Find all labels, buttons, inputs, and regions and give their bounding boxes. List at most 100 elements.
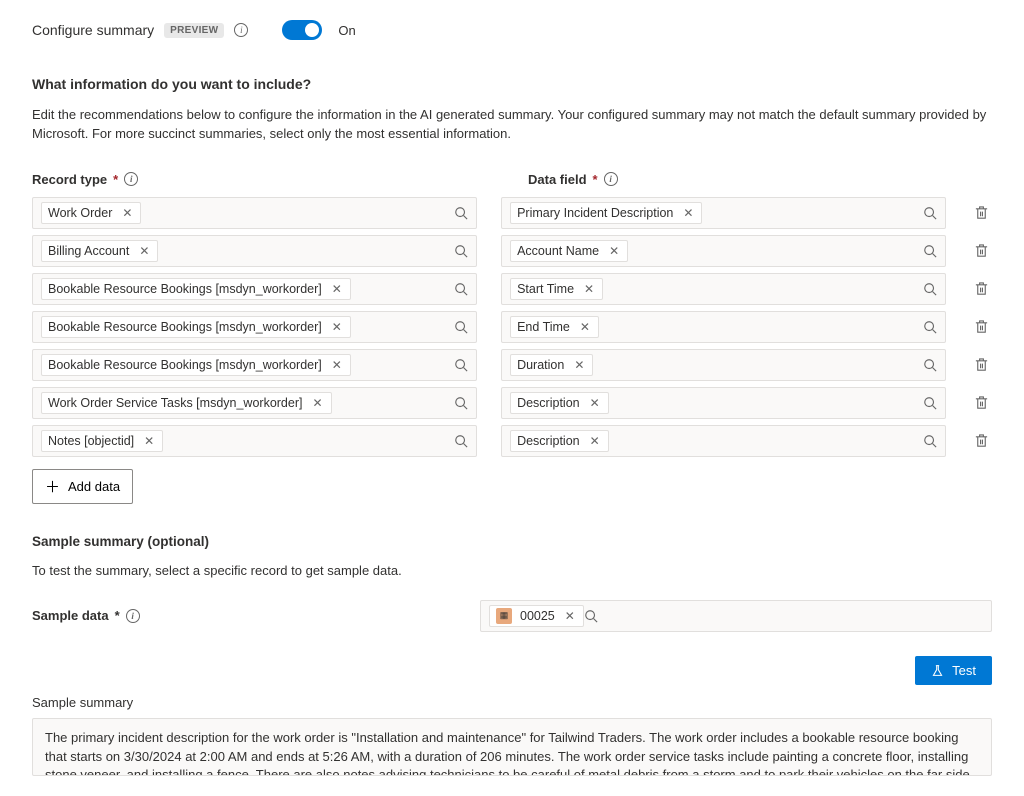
test-button[interactable]: Test [915,656,992,685]
data-field-field[interactable]: Start Time✕ [501,273,946,305]
search-icon[interactable] [923,358,937,372]
record-type-field[interactable]: Work Order ✕ [32,197,477,229]
sample-summary-output: The primary incident description for the… [32,718,992,776]
remove-tag-icon[interactable]: ✕ [330,320,344,334]
search-icon[interactable] [923,434,937,448]
data-field-field[interactable]: End Time✕ [501,311,946,343]
data-row: Bookable Resource Bookings [msdyn_workor… [32,349,992,381]
sample-summary-title: Sample summary (optional) [32,534,992,549]
remove-tag-icon[interactable]: ✕ [137,244,151,258]
record-type-tag: Bookable Resource Bookings [msdyn_workor… [41,316,351,338]
info-icon[interactable]: i [234,23,248,37]
add-data-label: Add data [68,479,120,494]
remove-tag-icon[interactable]: ✕ [578,320,592,334]
data-field-value: Primary Incident Description [517,206,673,220]
question-help: Edit the recommendations below to config… [32,106,992,144]
remove-tag-icon[interactable]: ✕ [310,396,324,410]
data-field-tag: Primary Incident Description ✕ [510,202,702,224]
data-field-tag: Account Name ✕ [510,240,628,262]
search-icon[interactable] [923,282,937,296]
record-type-field[interactable]: Bookable Resource Bookings [msdyn_workor… [32,311,477,343]
data-field-tag: Duration ✕ [510,354,593,376]
delete-row-button[interactable] [970,395,992,410]
record-type-field[interactable]: Work Order Service Tasks [msdyn_workorde… [32,387,477,419]
delete-row-button[interactable] [970,433,992,448]
search-icon[interactable] [454,244,468,258]
remove-tag-icon[interactable]: ✕ [681,206,695,220]
remove-tag-icon[interactable]: ✕ [330,282,344,296]
data-field-tag: Description ✕ [510,392,609,414]
record-type-field[interactable]: Notes [objectid] ✕ [32,425,477,457]
data-row: Bookable Resource Bookings [msdyn_workor… [32,311,992,343]
search-icon[interactable] [454,434,468,448]
data-row: Work Order ✕ Primary Incident Description ✕ [32,197,992,229]
data-row: Billing Account✕ Account Name ✕ [32,235,992,267]
data-field-field[interactable]: Duration ✕ [501,349,946,381]
record-type-tag: Work Order ✕ [41,202,141,224]
configure-summary-title: Configure summary [32,22,154,38]
record-type-value: Work Order [48,206,112,220]
record-type-field[interactable]: Billing Account✕ [32,235,477,267]
data-field-field[interactable]: Description ✕ [501,425,946,457]
remove-tag-icon[interactable]: ✕ [120,206,134,220]
data-field-value: Description [517,396,580,410]
search-icon[interactable] [923,320,937,334]
record-type-value: Bookable Resource Bookings [msdyn_workor… [48,320,322,334]
data-row: Notes [objectid] ✕ Description ✕ [32,425,992,457]
sample-summary-help: To test the summary, select a specific r… [32,563,992,578]
delete-row-button[interactable] [970,205,992,220]
question-title: What information do you want to include? [32,76,992,92]
required-mark: * [115,608,120,623]
data-field-field[interactable]: Primary Incident Description ✕ [501,197,946,229]
sample-tag: ▦ 00025 ✕ [489,605,584,627]
data-field-value: Description [517,434,580,448]
delete-row-button[interactable] [970,281,992,296]
record-icon: ▦ [496,608,512,624]
record-type-tag: Work Order Service Tasks [msdyn_workorde… [41,392,332,414]
remove-tag-icon[interactable]: ✕ [588,396,602,410]
record-type-field[interactable]: Bookable Resource Bookings [msdyn_workor… [32,273,477,305]
search-icon[interactable] [923,206,937,220]
search-icon[interactable] [454,206,468,220]
remove-tag-icon[interactable]: ✕ [588,434,602,448]
search-icon[interactable] [454,282,468,296]
summary-toggle[interactable] [282,20,322,40]
delete-row-button[interactable] [970,243,992,258]
required-mark: * [593,172,598,187]
sample-data-label: Sample data [32,608,109,623]
add-data-button[interactable]: ＋ Add data [32,469,133,504]
required-mark: * [113,172,118,187]
info-icon[interactable]: i [124,172,138,186]
info-icon[interactable]: i [604,172,618,186]
data-field-tag: Start Time✕ [510,278,603,300]
record-type-header: Record type [32,172,107,187]
remove-tag-icon[interactable]: ✕ [142,434,156,448]
data-row: Bookable Resource Bookings [msdyn_workor… [32,273,992,305]
remove-tag-icon[interactable]: ✕ [582,282,596,296]
sample-summary-label: Sample summary [32,695,992,710]
remove-tag-icon[interactable]: ✕ [572,358,586,372]
record-type-value: Notes [objectid] [48,434,134,448]
data-field-tag: End Time✕ [510,316,599,338]
record-type-field[interactable]: Bookable Resource Bookings [msdyn_workor… [32,349,477,381]
search-icon[interactable] [923,244,937,258]
remove-tag-icon[interactable]: ✕ [607,244,621,258]
info-icon[interactable]: i [126,609,140,623]
toggle-state-label: On [338,23,355,38]
search-icon[interactable] [454,358,468,372]
search-icon[interactable] [454,320,468,334]
sample-data-field[interactable]: ▦ 00025 ✕ [480,600,992,632]
delete-row-button[interactable] [970,319,992,334]
data-field-field[interactable]: Description ✕ [501,387,946,419]
data-field-field[interactable]: Account Name ✕ [501,235,946,267]
data-field-value: Account Name [517,244,599,258]
plus-icon: ＋ [45,476,60,497]
search-icon[interactable] [923,396,937,410]
data-field-value: Duration [517,358,564,372]
search-icon[interactable] [454,396,468,410]
remove-tag-icon[interactable]: ✕ [330,358,344,372]
remove-tag-icon[interactable]: ✕ [563,609,577,623]
record-type-tag: Bookable Resource Bookings [msdyn_workor… [41,354,351,376]
delete-row-button[interactable] [970,357,992,372]
search-icon[interactable] [584,609,598,623]
